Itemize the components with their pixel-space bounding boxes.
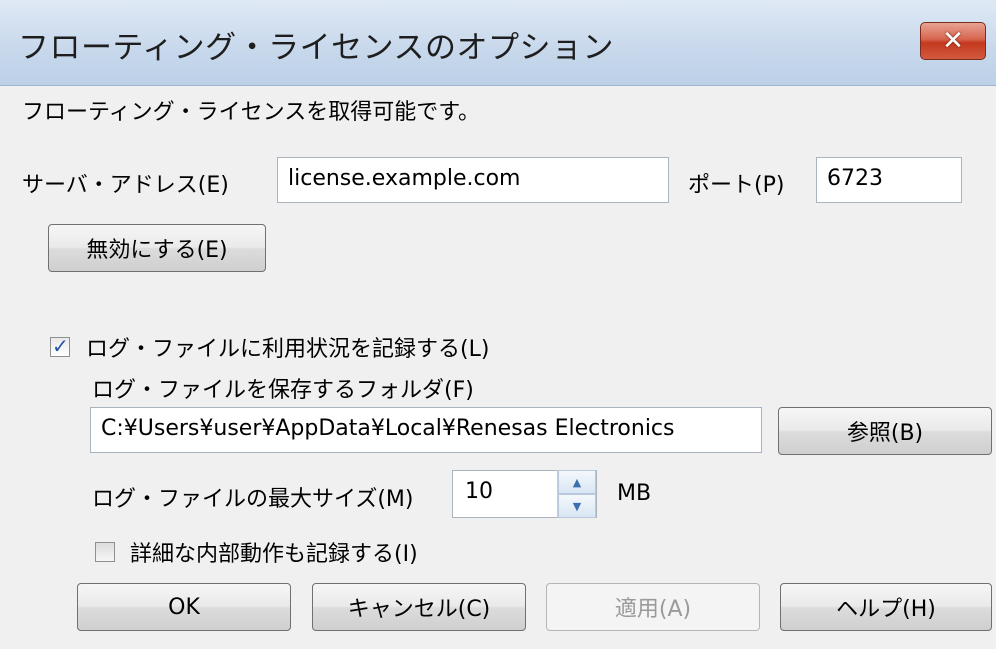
spin-up-icon[interactable]: ▲: [558, 470, 596, 494]
server-address-input[interactable]: license.example.com: [277, 157, 669, 203]
log-folder-label: ログ・ファイルを保存するフォルダ(F): [92, 378, 474, 403]
disable-button[interactable]: 無効にする(E): [48, 224, 266, 272]
log-max-size-unit: MB: [617, 481, 652, 506]
detail-log-label: 詳細な内部動作も記録する(I): [130, 542, 418, 567]
log-enable-label: ログ・ファイルに利用状況を記録する(L): [86, 337, 490, 362]
license-status-text: フローティング・ライセンスを取得可能です。: [22, 100, 481, 125]
cancel-button[interactable]: キャンセル(C): [312, 583, 526, 631]
server-address-label: サーバ・アドレス(E): [22, 173, 229, 198]
close-button[interactable]: ✕: [920, 22, 986, 60]
port-label: ポート(P): [688, 173, 785, 198]
spin-down-icon[interactable]: ▼: [558, 494, 596, 518]
window-title: フローティング・ライセンスのオプション: [18, 30, 615, 66]
ok-button[interactable]: OK: [77, 583, 291, 631]
log-max-size-label: ログ・ファイルの最大サイズ(M): [92, 487, 414, 512]
detail-log-checkbox[interactable]: [95, 542, 115, 562]
log-folder-input[interactable]: C:¥Users¥user¥AppData¥Local¥Renesas Elec…: [90, 407, 762, 453]
log-enable-checkbox[interactable]: ✓: [50, 334, 70, 358]
log-max-size-spinner[interactable]: ▲ ▼: [557, 470, 596, 518]
port-input[interactable]: 6723: [816, 157, 962, 203]
check-icon: ✓: [52, 334, 69, 358]
help-button[interactable]: ヘルプ(H): [780, 583, 992, 631]
apply-button[interactable]: 適用(A): [546, 583, 760, 631]
close-icon: ✕: [942, 26, 964, 56]
browse-button[interactable]: 参照(B): [778, 407, 992, 455]
title-bar: フローティング・ライセンスのオプション ✕: [0, 0, 996, 86]
